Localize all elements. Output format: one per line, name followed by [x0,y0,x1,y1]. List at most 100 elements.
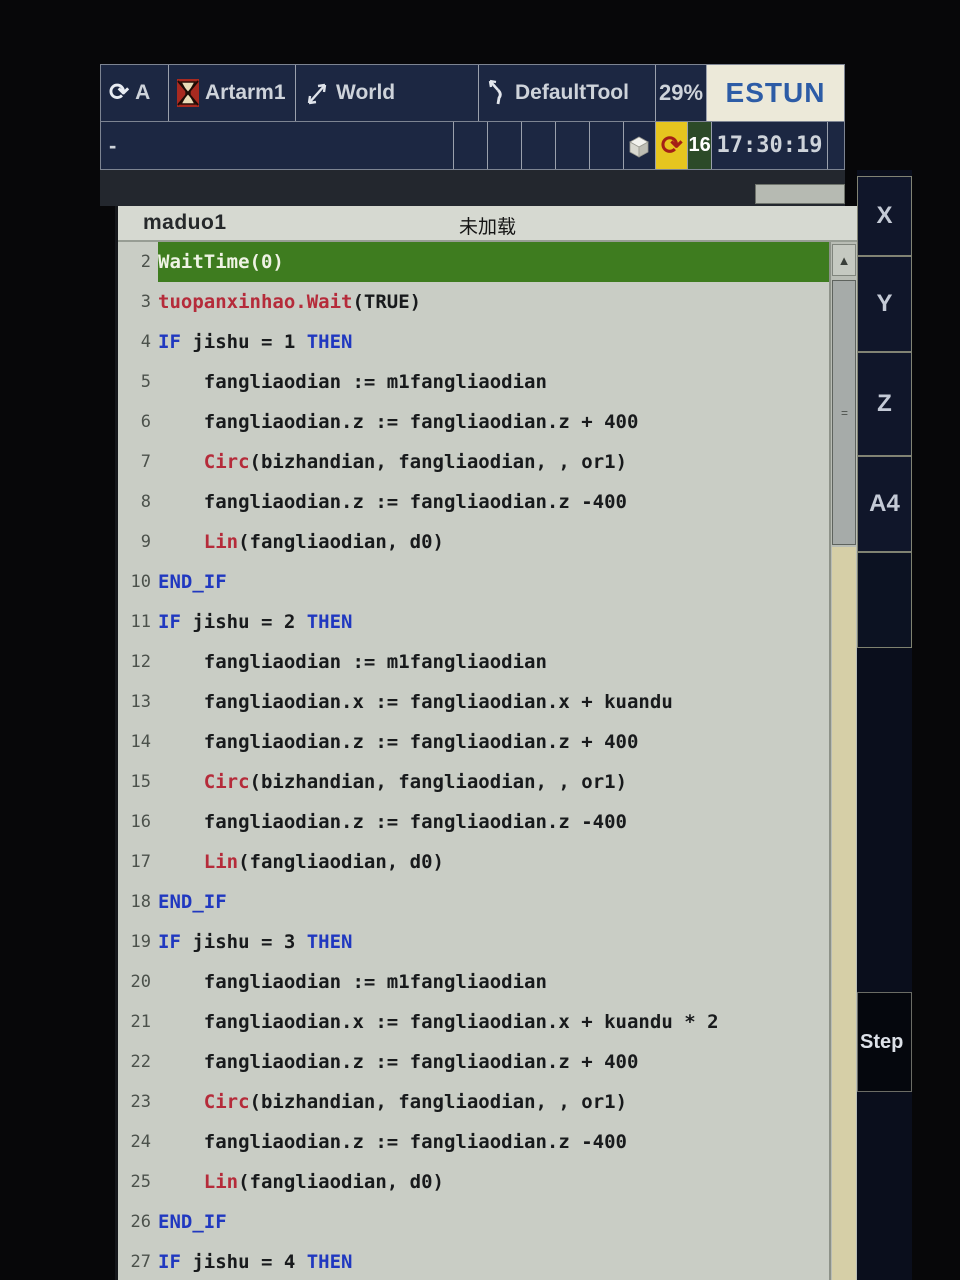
code-line[interactable]: 5 fangliaodian := m1fangliaodian [118,362,829,402]
brand-logo: ESTUN [726,77,826,109]
code-line[interactable]: 23 Circ(bizhandian, fangliaodian, , or1) [118,1082,829,1122]
scroll-up-button[interactable]: ▲ [832,244,856,276]
code-line[interactable]: 15 Circ(bizhandian, fangliaodian, , or1) [118,762,829,802]
code-line[interactable]: 7 Circ(bizhandian, fangliaodian, , or1) [118,442,829,482]
line-number: 9 [118,522,158,562]
code-segment [158,1171,204,1193]
line-text: Circ(bizhandian, fangliaodian, , or1) [158,442,829,482]
code-line[interactable]: 19IF jishu = 3 THEN [118,922,829,962]
mode-cell[interactable]: ⟳ A [101,65,169,121]
step-button[interactable]: Step [857,992,912,1092]
scrollbar-track[interactable] [832,547,856,1280]
code-segment: fangliaodian.z := fangliaodian.z + 400 [158,731,638,753]
code-line[interactable]: 26END_IF [118,1202,829,1242]
jog-button-x[interactable]: X [857,176,912,256]
code-line[interactable]: 20 fangliaodian := m1fangliaodian [118,962,829,1002]
code-line[interactable]: 27IF jishu = 4 THEN [118,1242,829,1280]
line-text: Lin(fangliaodian, d0) [158,842,829,882]
jog-button-z[interactable]: Z [857,352,912,456]
cycle-count: 16 [688,134,710,157]
line-text: fangliaodian.z := fangliaodian.z + 400 [158,1042,829,1082]
line-number: 5 [118,362,158,402]
cycle-mode-cell[interactable]: ⟳ [656,122,688,169]
line-text: fangliaodian.z := fangliaodian.z -400 [158,802,829,842]
code-segment: jishu = 3 [181,931,307,953]
code-area[interactable]: 2WaitTime(0)3tuopanxinhao.Wait(TRUE)4IF … [118,242,829,1280]
vertical-scrollbar[interactable]: ▲ = [829,242,857,1280]
code-segment: IF [158,931,181,953]
code-segment: IF [158,331,181,353]
code-line[interactable]: 4IF jishu = 1 THEN [118,322,829,362]
line-number: 8 [118,482,158,522]
line-number: 26 [118,1202,158,1242]
code-segment: fangliaodian.z := fangliaodian.z -400 [158,811,627,833]
ref-frame-cell[interactable]: World [296,65,479,121]
code-line[interactable]: 8 fangliaodian.z := fangliaodian.z -400 [118,482,829,522]
speed-override-value: 29% [659,80,703,106]
line-text: fangliaodian.x := fangliaodian.x + kuand… [158,1002,829,1042]
empty-cell [488,122,522,169]
line-number: 24 [118,1122,158,1162]
code-segment: (TRUE) [352,291,421,313]
code-line[interactable]: 6 fangliaodian.z := fangliaodian.z + 400 [118,402,829,442]
clock-value: 17:30:19 [717,133,823,158]
line-number: 2 [118,242,158,282]
scrollbar-thumb[interactable]: = [832,280,856,545]
code-segment: Lin [204,531,238,553]
line-text: Circ(bizhandian, fangliaodian, , or1) [158,762,829,802]
robot-cell[interactable]: Artarm1 [169,65,296,121]
line-number: 16 [118,802,158,842]
code-segment: Circ [204,771,250,793]
code-line[interactable]: 18END_IF [118,882,829,922]
code-line[interactable]: 25 Lin(fangliaodian, d0) [118,1162,829,1202]
code-line[interactable]: 22 fangliaodian.z := fangliaodian.z + 40… [118,1042,829,1082]
tool-icon [487,78,509,108]
code-segment: (fangliaodian, d0) [238,531,444,553]
line-text: Circ(bizhandian, fangliaodian, , or1) [158,1082,829,1122]
robot-name: Artarm1 [205,81,286,105]
code-line[interactable]: 17 Lin(fangliaodian, d0) [118,842,829,882]
line-number: 12 [118,642,158,682]
code-segment: fangliaodian.x := fangliaodian.x + kuand… [158,691,673,713]
speed-override-cell[interactable]: 29% [656,65,707,121]
line-number: 25 [118,1162,158,1202]
code-segment: END_IF [158,571,227,593]
line-number: 14 [118,722,158,762]
code-segment: THEN [307,611,353,633]
code-segment: Circ [204,451,250,473]
code-line[interactable]: 3tuopanxinhao.Wait(TRUE) [118,282,829,322]
code-line[interactable]: 16 fangliaodian.z := fangliaodian.z -400 [118,802,829,842]
code-line[interactable]: 21 fangliaodian.x := fangliaodian.x + ku… [118,1002,829,1042]
tool-cell[interactable]: DefaultTool [479,65,656,121]
code-segment: IF [158,1251,181,1273]
empty-cell [556,122,590,169]
empty-cell [828,122,844,169]
line-number: 15 [118,762,158,802]
code-line[interactable]: 14 fangliaodian.z := fangliaodian.z + 40… [118,722,829,762]
line-number: 20 [118,962,158,1002]
line-text: IF jishu = 4 THEN [158,1242,829,1280]
code-line[interactable]: 9 Lin(fangliaodian, d0) [118,522,829,562]
jog-button-a4[interactable]: A4 [857,456,912,552]
line-number: 19 [118,922,158,962]
code-line[interactable]: 13 fangliaodian.x := fangliaodian.x + ku… [118,682,829,722]
mode-label: A [135,81,150,105]
hourglass-icon [177,79,199,107]
code-line[interactable]: 24 fangliaodian.z := fangliaodian.z -400 [118,1122,829,1162]
line-number: 17 [118,842,158,882]
code-segment: tuopanxinhao.Wait [158,291,352,313]
code-segment: Circ [204,1091,250,1113]
jog-button-blank[interactable] [857,552,912,648]
code-line[interactable]: 10END_IF [118,562,829,602]
empty-cell [590,122,624,169]
sub-strip [100,170,845,206]
counter-cell: 16 [688,122,712,169]
code-segment: END_IF [158,891,227,913]
code-line[interactable]: 2WaitTime(0) [118,242,829,282]
message-cell: - [101,122,454,169]
line-number: 22 [118,1042,158,1082]
sub-strip-bar [755,184,845,204]
code-line[interactable]: 11IF jishu = 2 THEN [118,602,829,642]
code-line[interactable]: 12 fangliaodian := m1fangliaodian [118,642,829,682]
jog-button-y[interactable]: Y [857,256,912,352]
